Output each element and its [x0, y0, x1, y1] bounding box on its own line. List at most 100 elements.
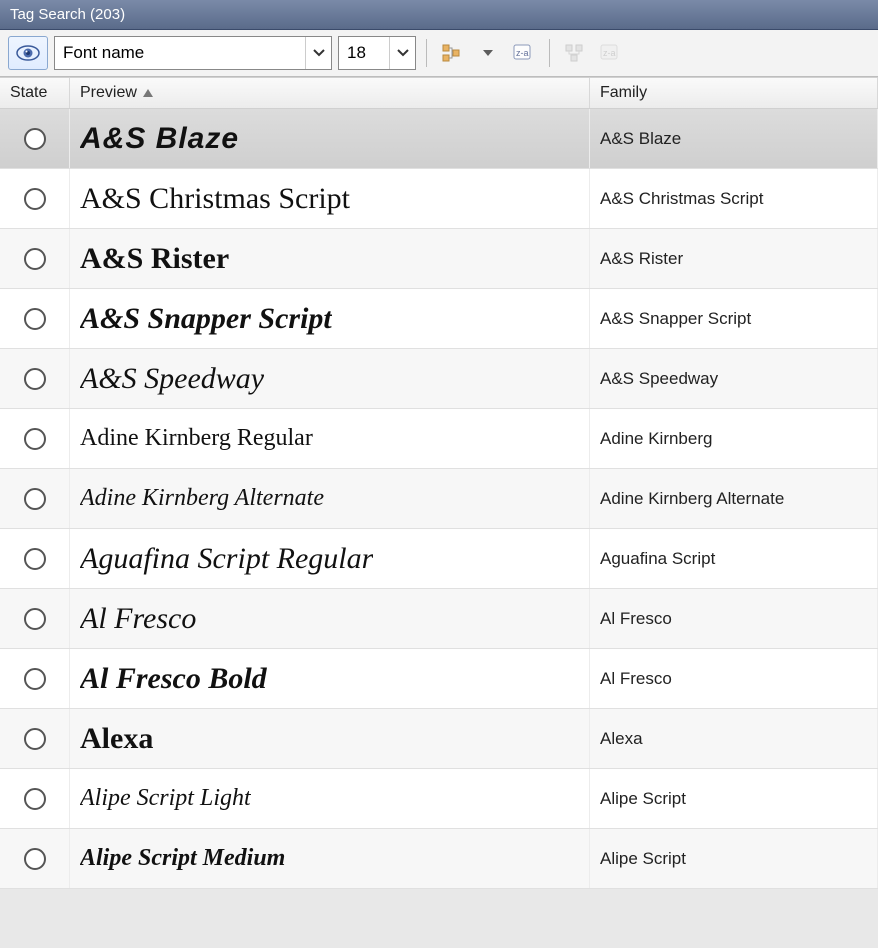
state-radio[interactable]: [24, 248, 46, 270]
preview-cell: Alexa: [70, 709, 590, 768]
preview-cell: A&S Snapper Script: [70, 289, 590, 348]
column-header-family[interactable]: Family: [590, 78, 878, 108]
state-radio[interactable]: [24, 728, 46, 750]
font-name-dropdown-button[interactable]: [305, 37, 331, 69]
toolbar: z-a z-a: [0, 30, 878, 77]
font-family-name: A&S Speedway: [600, 369, 718, 389]
table-row[interactable]: A&S Snapper ScriptA&S Snapper Script: [0, 289, 878, 349]
font-family-name: A&S Rister: [600, 249, 683, 269]
state-radio[interactable]: [24, 368, 46, 390]
family-cell: Adine Kirnberg Alternate: [590, 469, 878, 528]
family-cell: Alipe Script: [590, 829, 878, 888]
font-preview-text: A&S Rister: [80, 242, 229, 276]
column-header-preview[interactable]: Preview: [70, 78, 590, 108]
font-family-name: Al Fresco: [600, 609, 672, 629]
font-preview-text: Alipe Script Light: [80, 785, 251, 812]
tree-collapse-icon: [565, 43, 585, 63]
family-cell: A&S Blaze: [590, 109, 878, 168]
preview-cell: Adine Kirnberg Regular: [70, 409, 590, 468]
tree-expand-button[interactable]: [437, 38, 467, 68]
table-row[interactable]: Alexa Alexa: [0, 709, 878, 769]
state-radio[interactable]: [24, 128, 46, 150]
table-row[interactable]: Al Fresco Al Fresco: [0, 589, 878, 649]
preview-cell: A&S Christmas Script: [70, 169, 590, 228]
family-cell: Al Fresco: [590, 649, 878, 708]
state-radio[interactable]: [24, 848, 46, 870]
preview-cell: Al Fresco: [70, 589, 590, 648]
chevron-down-icon: [397, 49, 409, 57]
sort-az-button[interactable]: z-a: [509, 38, 539, 68]
font-preview-text: Adine Kirnberg Alternate: [80, 485, 324, 512]
column-header-label: Family: [600, 84, 647, 102]
svg-text:z-a: z-a: [603, 48, 616, 58]
state-radio[interactable]: [24, 488, 46, 510]
font-family-name: Alipe Script: [600, 849, 686, 869]
family-cell: Alexa: [590, 709, 878, 768]
table-row[interactable]: A&S Rister A&S Rister: [0, 229, 878, 289]
state-radio[interactable]: [24, 428, 46, 450]
preview-cell: A&S Speedway: [70, 349, 590, 408]
table-row[interactable]: Al Fresco BoldAl Fresco: [0, 649, 878, 709]
preview-cell: Alipe Script Light: [70, 769, 590, 828]
state-cell: [0, 349, 70, 408]
font-family-name: Aguafina Script: [600, 549, 715, 569]
table-row[interactable]: Alipe Script Light Alipe Script: [0, 769, 878, 829]
state-radio[interactable]: [24, 548, 46, 570]
font-size-dropdown-button[interactable]: [389, 37, 415, 69]
font-preview-text: A&S Christmas Script: [80, 182, 350, 216]
state-cell: [0, 529, 70, 588]
font-preview-text: Alexa: [80, 722, 153, 756]
font-size-combo[interactable]: [338, 36, 416, 70]
table-row[interactable]: Aguafina Script Regular Aguafina Script: [0, 529, 878, 589]
toolbar-separator: [549, 39, 550, 67]
state-cell: [0, 469, 70, 528]
font-family-name: Adine Kirnberg Alternate: [600, 489, 784, 509]
preview-cell: Al Fresco Bold: [70, 649, 590, 708]
table-row[interactable]: Alipe Script MediumAlipe Script: [0, 829, 878, 889]
font-family-name: Alipe Script: [600, 789, 686, 809]
table-row[interactable]: A&S Speedway A&S Speedway: [0, 349, 878, 409]
tree-expand-icon: [442, 43, 462, 63]
table-row[interactable]: Adine Kirnberg Alternate Adine Kirnberg A…: [0, 469, 878, 529]
state-radio[interactable]: [24, 788, 46, 810]
table-row[interactable]: A&S Blaze A&S Blaze: [0, 109, 878, 169]
preview-visibility-button[interactable]: [8, 36, 48, 70]
state-cell: [0, 709, 70, 768]
column-header-label: State: [10, 84, 47, 102]
sort-az-icon: z-a: [513, 44, 535, 62]
font-preview-text: Adine Kirnberg Regular: [80, 425, 313, 452]
state-radio[interactable]: [24, 608, 46, 630]
font-preview-text: A&S Blaze: [80, 122, 239, 156]
font-size-input[interactable]: [339, 37, 389, 69]
state-radio[interactable]: [24, 188, 46, 210]
font-name-combo[interactable]: [54, 36, 332, 70]
state-radio[interactable]: [24, 668, 46, 690]
state-cell: [0, 289, 70, 348]
caret-down-icon: [483, 50, 493, 56]
font-preview-text: Al Fresco: [80, 602, 196, 636]
column-header-state[interactable]: State: [0, 78, 70, 108]
family-cell: Alipe Script: [590, 769, 878, 828]
preview-cell: Adine Kirnberg Alternate: [70, 469, 590, 528]
tree-dropdown-button[interactable]: [473, 38, 503, 68]
toolbar-separator: [426, 39, 427, 67]
sort-ascending-icon: [143, 89, 153, 97]
family-cell: A&S Rister: [590, 229, 878, 288]
font-family-name: A&S Christmas Script: [600, 189, 763, 209]
table-header: State Preview Family: [0, 77, 878, 109]
font-family-name: A&S Blaze: [600, 129, 681, 149]
window-title-text: Tag Search (203): [10, 6, 125, 23]
preview-cell: A&S Blaze: [70, 109, 590, 168]
font-name-input[interactable]: [55, 37, 305, 69]
preview-cell: Aguafina Script Regular: [70, 529, 590, 588]
table-row[interactable]: A&S Christmas Script A&S Christmas Script: [0, 169, 878, 229]
state-radio[interactable]: [24, 308, 46, 330]
state-cell: [0, 769, 70, 828]
table-row[interactable]: Adine Kirnberg RegularAdine Kirnberg: [0, 409, 878, 469]
eye-icon: [16, 45, 40, 61]
state-cell: [0, 829, 70, 888]
state-cell: [0, 589, 70, 648]
state-cell: [0, 229, 70, 288]
family-cell: Al Fresco: [590, 589, 878, 648]
font-family-name: Alexa: [600, 729, 643, 749]
